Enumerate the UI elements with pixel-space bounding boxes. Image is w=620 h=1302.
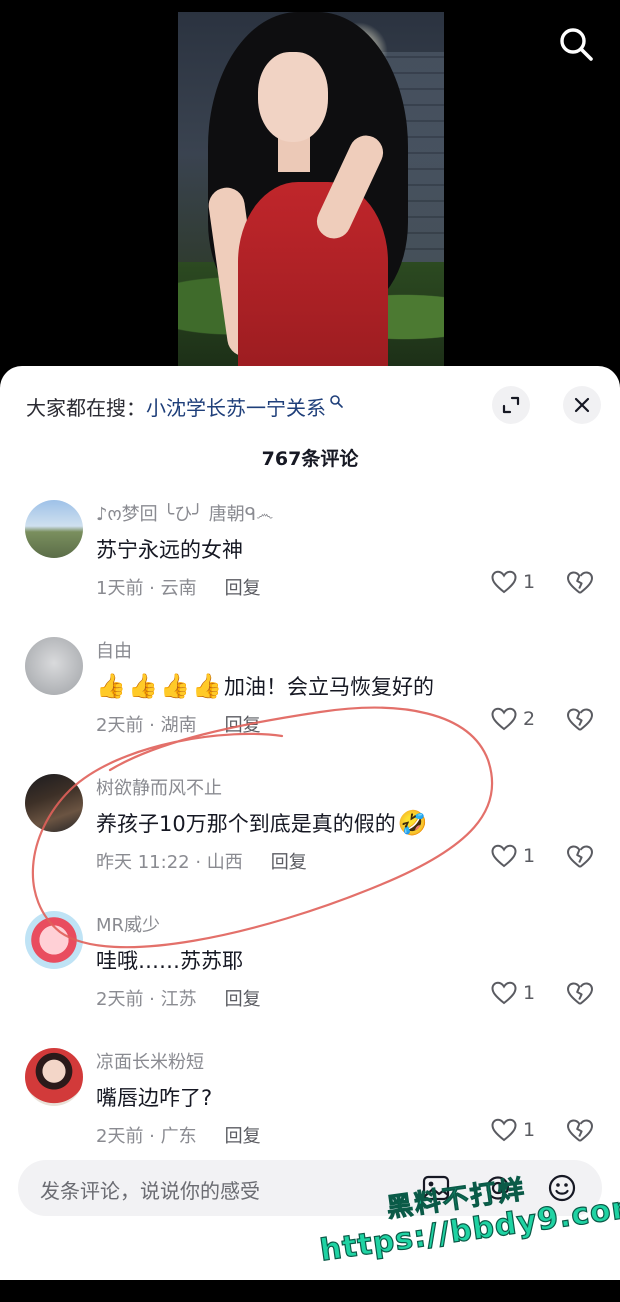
comment-text-content: 养孩子10万那个到底是真的假的 <box>96 812 396 836</box>
close-icon <box>574 397 590 413</box>
comment-username[interactable]: MR威少 <box>96 911 160 937</box>
video-frame[interactable] <box>178 12 444 368</box>
dislike-button[interactable] <box>566 981 594 1011</box>
heart-icon <box>491 844 517 868</box>
comment-item[interactable]: MR威少 哇哦……苏苏耶 2天前 · 江苏 回复 1 <box>0 911 620 1041</box>
heart-icon <box>491 981 517 1005</box>
comment-time-location: 2天前 · 广东 <box>96 1126 197 1147</box>
like-button[interactable]: 1 <box>491 1118 535 1142</box>
at-icon[interactable] <box>482 1172 514 1204</box>
broken-heart-icon <box>567 845 593 868</box>
thumbs-up-emoji: 👍 <box>128 672 158 700</box>
heart-icon <box>491 707 517 731</box>
heart-icon <box>491 1118 517 1142</box>
video-subject-dress <box>238 182 388 368</box>
reply-button[interactable]: 回复 <box>225 715 261 736</box>
dislike-button[interactable] <box>566 707 594 737</box>
dislike-button[interactable] <box>566 570 594 600</box>
comment-username[interactable]: ♪ო梦回 ╰ひ╯ 唐朝ᑫ෴ <box>96 500 273 526</box>
comment-username[interactable]: 凉面长米粉短 <box>96 1048 204 1074</box>
comment-sheet: 大家都在搜： 小沈学长苏一宁关系 767条评论 ♪ო梦回 ╰ひ╯ 唐朝ᑫ෴ 苏宁… <box>0 366 620 1280</box>
like-count: 1 <box>523 982 536 1004</box>
like-count: 1 <box>523 845 536 867</box>
thumbs-up-emoji: 👍 <box>96 672 126 700</box>
thumbs-up-emoji: 👍 <box>160 672 190 700</box>
comment-item[interactable]: 树欲静而风不止 养孩子10万那个到底是真的假的 🤣 昨天 11:22 · 山西 回… <box>0 774 620 904</box>
reply-button[interactable]: 回复 <box>225 578 261 599</box>
comment-meta: 昨天 11:22 · 山西 回复 <box>96 848 307 874</box>
like-count: 2 <box>523 708 536 730</box>
broken-heart-icon <box>567 982 593 1005</box>
comment-text-content: 加油！会立马恢复好的 <box>224 675 434 699</box>
comment-username[interactable]: 自由 <box>96 637 132 663</box>
like-button[interactable]: 1 <box>491 570 535 594</box>
avatar[interactable] <box>25 774 83 832</box>
search-icon <box>330 395 343 408</box>
comment-count: 767条评论 <box>261 448 359 470</box>
dislike-button[interactable] <box>566 1118 594 1148</box>
comment-text: 养孩子10万那个到底是真的假的 🤣 <box>96 808 430 838</box>
thumbs-up-emoji: 👍 <box>192 672 222 700</box>
comment-time-location: 2天前 · 江苏 <box>96 989 197 1010</box>
close-button[interactable] <box>563 386 601 424</box>
comment-text-content: 苏宁永远的女神 <box>96 538 243 562</box>
comment-meta: 2天前 · 江苏 回复 <box>96 985 261 1011</box>
video-player[interactable] <box>0 0 620 380</box>
comment-item[interactable]: 凉面长米粉短 嘴唇边咋了? 2天前 · 广东 回复 1 <box>0 1048 620 1178</box>
video-subject-face <box>258 52 328 142</box>
comment-item[interactable]: 自由 👍 👍 👍 👍 加油！会立马恢复好的 2天前 · 湖南 回复 2 <box>0 637 620 767</box>
heart-icon <box>491 570 517 594</box>
like-button[interactable]: 1 <box>491 981 535 1005</box>
dislike-button[interactable] <box>566 844 594 874</box>
comment-meta: 2天前 · 广东 回复 <box>96 1122 261 1148</box>
comment-time-location: 1天前 · 云南 <box>96 578 197 599</box>
like-count: 1 <box>523 571 536 593</box>
comment-time-location: 2天前 · 湖南 <box>96 715 197 736</box>
comment-input[interactable]: 发条评论，说说你的感受 <box>18 1160 602 1216</box>
reply-button[interactable]: 回复 <box>225 989 261 1010</box>
comment-username[interactable]: 树欲静而风不止 <box>96 774 222 800</box>
comment-meta: 2天前 · 湖南 回复 <box>96 711 261 737</box>
avatar[interactable] <box>25 500 83 558</box>
laughing-emoji: 🤣 <box>397 809 428 837</box>
like-button[interactable]: 2 <box>491 707 535 731</box>
expand-button[interactable] <box>492 386 530 424</box>
trending-search[interactable]: 大家都在搜： 小沈学长苏一宁关系 <box>26 388 343 424</box>
avatar[interactable] <box>25 1048 83 1106</box>
broken-heart-icon <box>567 708 593 731</box>
broken-heart-icon <box>567 571 593 594</box>
smile-icon[interactable] <box>546 1172 578 1204</box>
comment-text: 嘴唇边咋了? <box>96 1082 212 1112</box>
comment-text: 哇哦……苏苏耶 <box>96 945 243 975</box>
reply-button[interactable]: 回复 <box>225 1126 261 1147</box>
expand-icon <box>502 396 520 414</box>
search-button[interactable] <box>556 24 596 64</box>
search-icon <box>560 28 593 61</box>
trending-search-query[interactable]: 小沈学长苏一宁关系 <box>146 392 326 421</box>
trending-search-prefix: 大家都在搜： <box>26 395 146 420</box>
comment-time-location: 昨天 11:22 · 山西 <box>96 852 243 873</box>
broken-heart-icon <box>567 1119 593 1142</box>
comment-text-content: 嘴唇边咋了? <box>96 1086 213 1110</box>
image-icon[interactable] <box>420 1172 452 1204</box>
like-button[interactable]: 1 <box>491 844 535 868</box>
comment-item[interactable]: ♪ო梦回 ╰ひ╯ 唐朝ᑫ෴ 苏宁永远的女神 1天前 · 云南 回复 1 <box>0 500 620 630</box>
reply-button[interactable]: 回复 <box>271 852 307 873</box>
like-count: 1 <box>523 1119 536 1141</box>
comment-text: 👍 👍 👍 👍 加油！会立马恢复好的 <box>96 671 434 701</box>
comment-text: 苏宁永远的女神 <box>96 534 243 564</box>
avatar[interactable] <box>25 637 83 695</box>
comment-text-content: 哇哦……苏苏耶 <box>96 949 243 973</box>
avatar[interactable] <box>25 911 83 969</box>
comment-meta: 1天前 · 云南 回复 <box>96 574 261 600</box>
comment-input-placeholder: 发条评论，说说你的感受 <box>40 1179 260 1203</box>
